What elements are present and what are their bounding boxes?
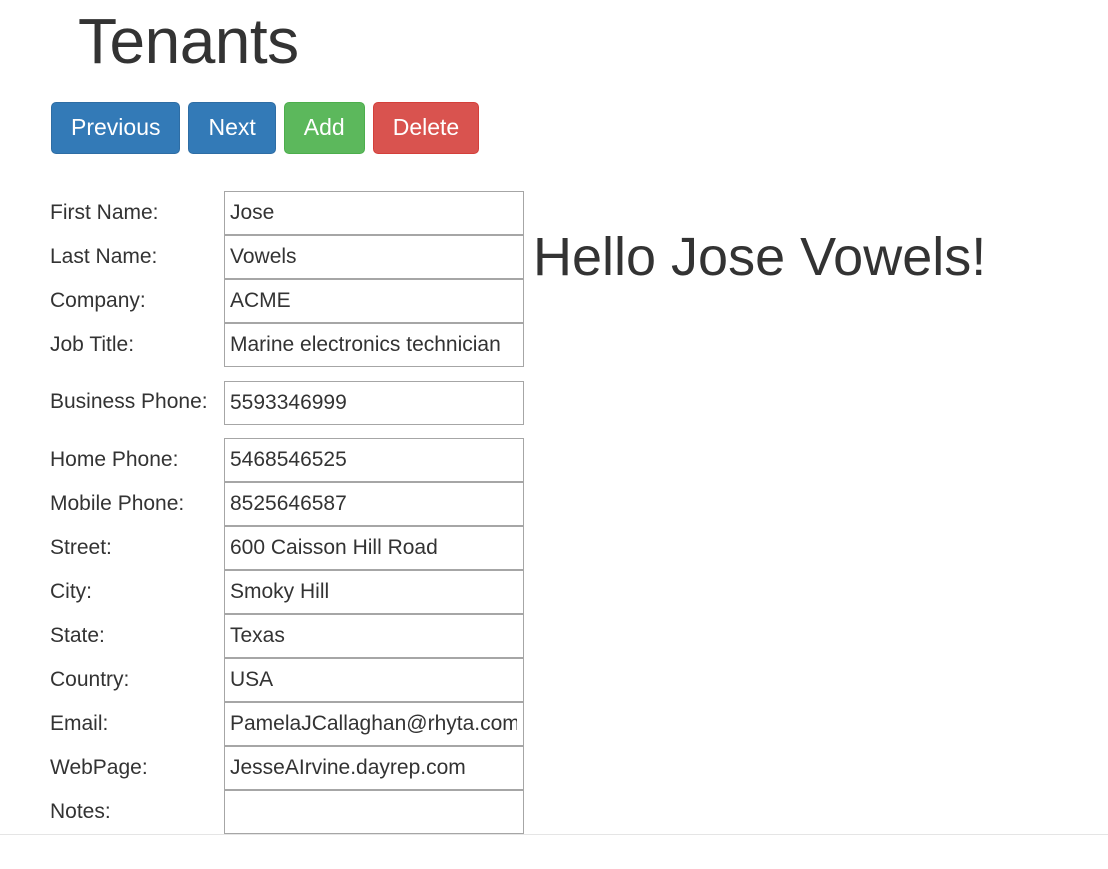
label-business-phone: Business Phone:	[50, 390, 208, 414]
label-webpage: WebPage:	[50, 755, 148, 779]
form-row-email: Email:	[50, 701, 524, 746]
label-job-title: Job Title:	[50, 332, 135, 356]
form-row-last-name: Last Name:	[50, 234, 524, 279]
country-input[interactable]	[224, 657, 524, 702]
label-first-name: First Name:	[50, 200, 159, 224]
previous-button[interactable]: Previous	[51, 102, 181, 154]
street-input[interactable]	[224, 525, 524, 570]
state-input[interactable]	[224, 613, 524, 658]
form-row-city: City:	[50, 569, 524, 614]
record-navigation-toolbar: Previous Next Add Delete	[51, 102, 480, 154]
home-phone-input[interactable]	[224, 438, 524, 482]
webpage-input[interactable]	[224, 745, 524, 790]
greeting-heading: Hello Jose Vowels!	[533, 227, 987, 287]
add-button[interactable]: Add	[283, 102, 365, 154]
city-input[interactable]	[224, 569, 524, 614]
label-city: City:	[50, 579, 92, 603]
field-cell-notes	[224, 789, 524, 834]
mobile-phone-input[interactable]	[224, 481, 524, 526]
field-cell-business-phone	[224, 367, 524, 438]
form-row-company: Company:	[50, 278, 524, 323]
label-mobile-phone: Mobile Phone:	[50, 491, 185, 515]
form-row-state: State:	[50, 613, 524, 658]
first-name-input[interactable]	[224, 191, 524, 235]
company-input[interactable]	[224, 278, 524, 323]
field-cell-street	[224, 525, 524, 570]
job-title-input[interactable]	[224, 322, 524, 367]
field-cell-last-name	[224, 234, 524, 279]
delete-button[interactable]: Delete	[372, 102, 480, 154]
field-cell-email	[224, 701, 524, 746]
email-input[interactable]	[224, 701, 524, 746]
label-company: Company:	[50, 288, 146, 312]
form-row-notes: Notes:	[50, 789, 524, 834]
form-row-webpage: WebPage:	[50, 745, 524, 790]
form-row-home-phone: Home Phone:	[50, 438, 524, 482]
field-cell-first-name	[224, 191, 524, 235]
field-cell-country	[224, 657, 524, 702]
bottom-divider	[0, 834, 1108, 835]
page-title: Tenants	[78, 5, 299, 77]
field-cell-city	[224, 569, 524, 614]
label-notes: Notes:	[50, 799, 111, 823]
form-row-business-phone: Business Phone:	[50, 367, 524, 438]
label-street: Street:	[50, 535, 112, 559]
form-row-mobile-phone: Mobile Phone:	[50, 481, 524, 526]
label-home-phone: Home Phone:	[50, 447, 179, 471]
form-row-first-name: First Name:	[50, 191, 524, 235]
form-row-country: Country:	[50, 657, 524, 702]
label-country: Country:	[50, 667, 130, 691]
label-last-name: Last Name:	[50, 244, 158, 268]
label-email: Email:	[50, 711, 109, 735]
field-cell-job-title	[224, 322, 524, 367]
field-cell-webpage	[224, 745, 524, 790]
tenant-details-form: First Name: Last Name: Company: Job Title: B…	[50, 191, 524, 834]
form-row-job-title: Job Title:	[50, 322, 524, 367]
last-name-input[interactable]	[224, 234, 524, 279]
field-cell-mobile-phone	[224, 481, 524, 526]
tenant-details-form-body: First Name: Last Name: Company: Job Title: B…	[50, 191, 524, 834]
notes-input[interactable]	[224, 789, 524, 834]
form-row-street: Street:	[50, 525, 524, 570]
field-cell-state	[224, 613, 524, 658]
field-cell-home-phone	[224, 438, 524, 482]
business-phone-input[interactable]	[224, 380, 524, 425]
tenants-page: Tenants Previous Next Add Delete First Name…	[0, 0, 1108, 869]
field-cell-company	[224, 278, 524, 323]
next-button[interactable]: Next	[188, 102, 276, 154]
label-state: State:	[50, 623, 105, 647]
